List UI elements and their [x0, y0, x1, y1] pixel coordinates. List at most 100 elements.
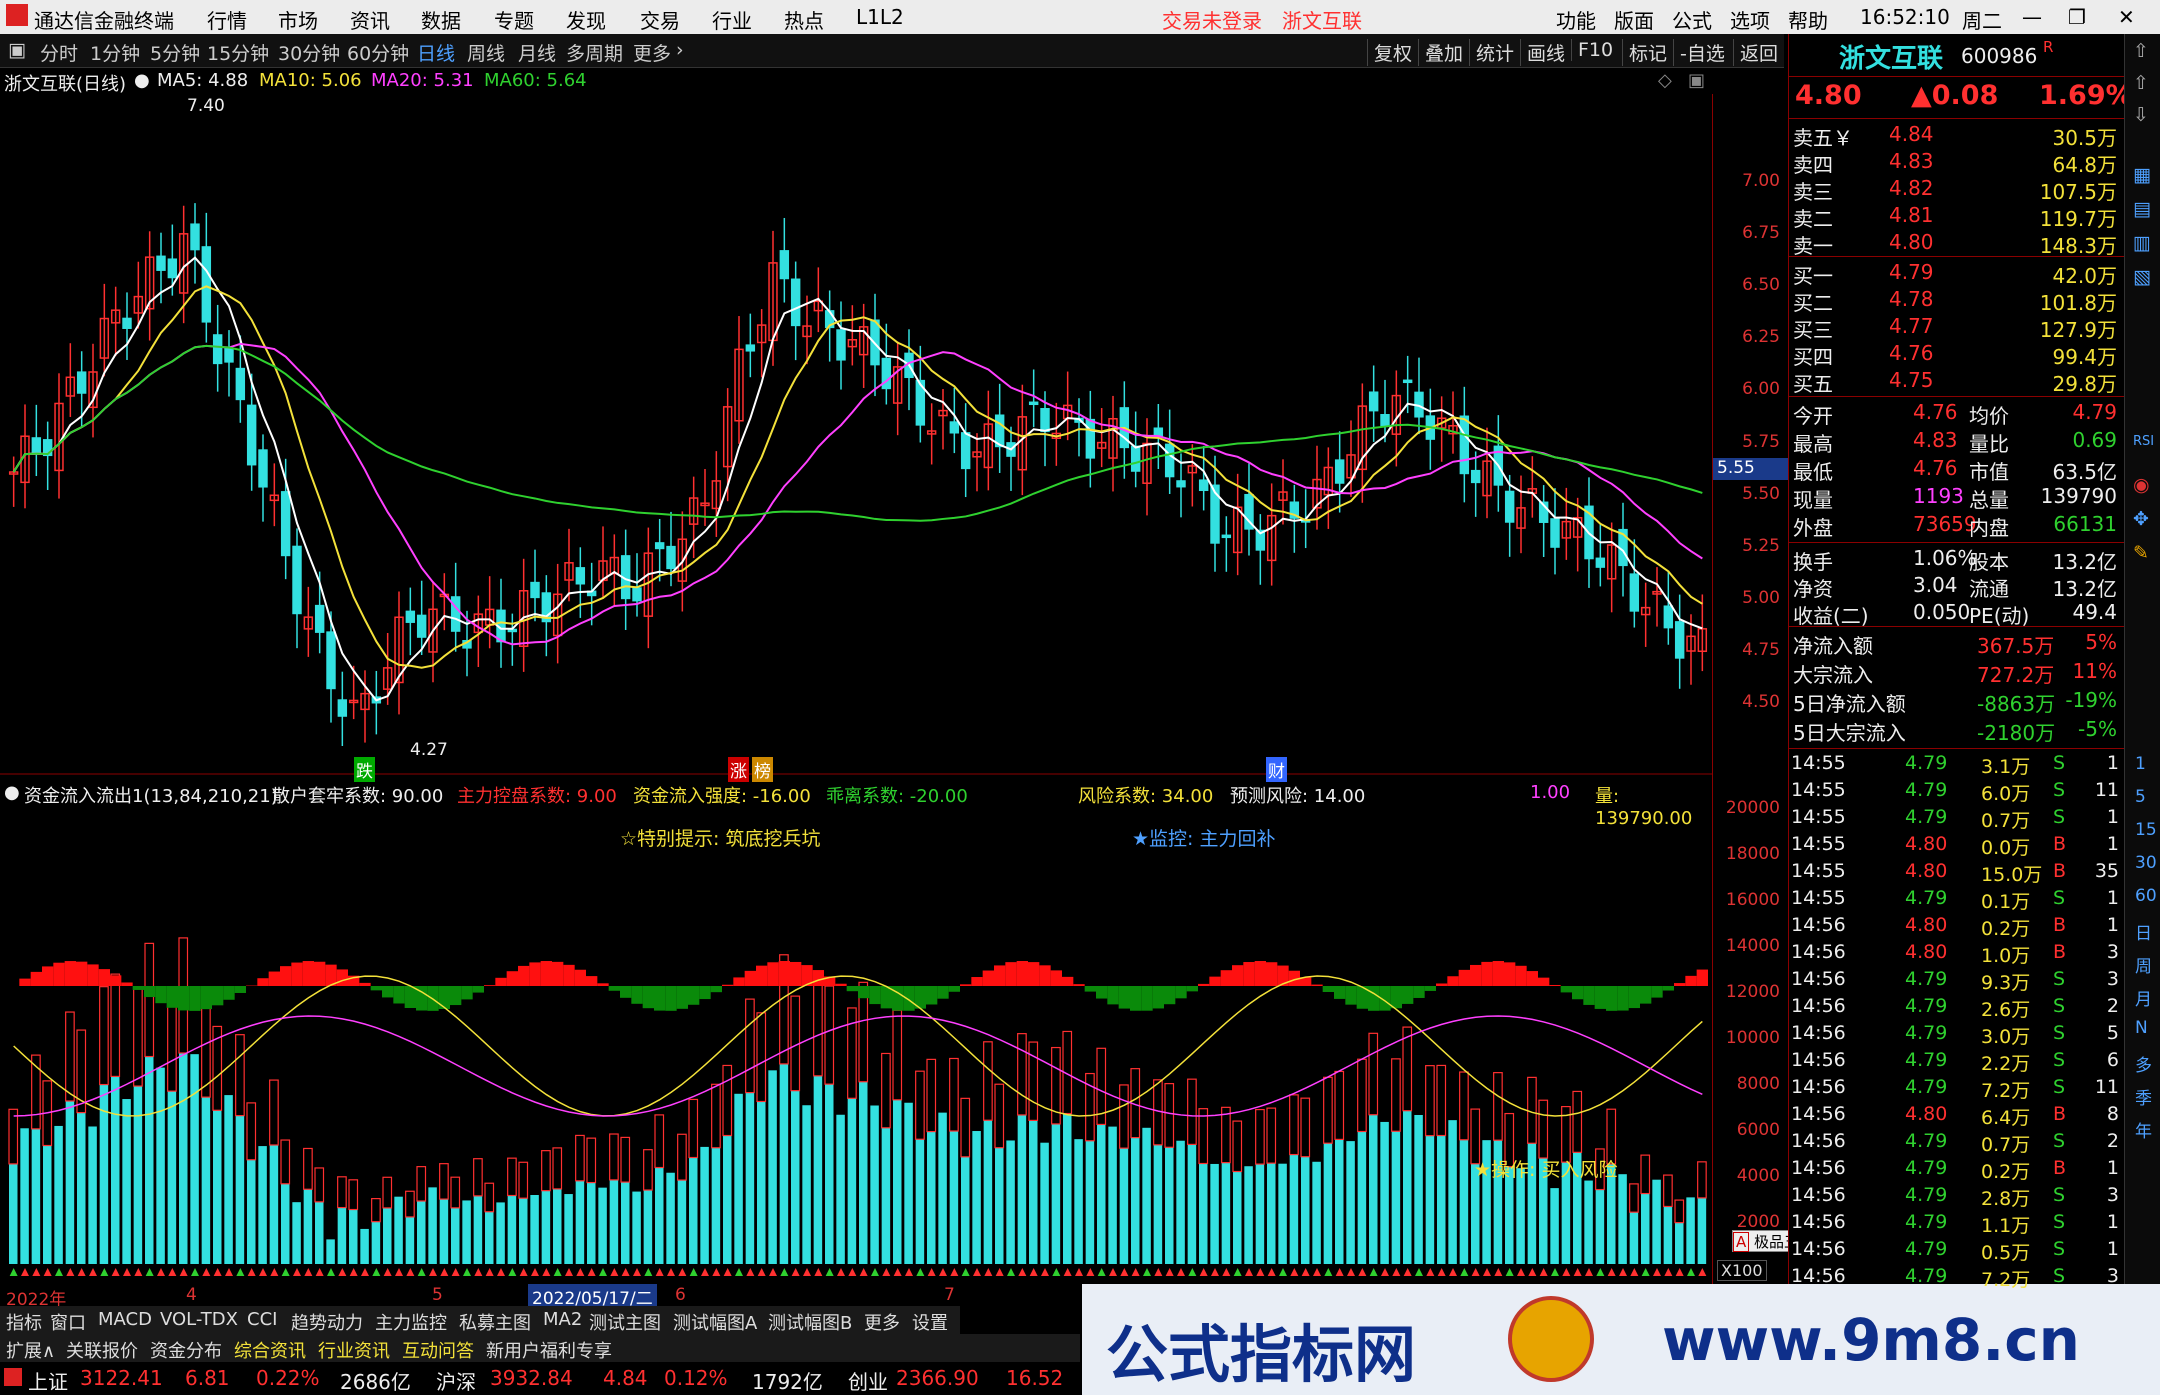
marker-die[interactable]: 跌 [354, 757, 375, 782]
restore-icon[interactable]: ❐ [2068, 5, 2086, 29]
tab-hangye-zixun[interactable]: 行业资讯 [318, 1337, 390, 1363]
ask-level-4[interactable]: 卖四 4.83 64.8万 [1793, 149, 2121, 177]
tab-qushi[interactable]: 趋势动力 [291, 1309, 363, 1335]
menu-banmian[interactable]: 版面 [1614, 5, 1654, 34]
ask-level-2[interactable]: 卖二 4.81 119.7万 [1793, 203, 2121, 231]
marker-zhang[interactable]: 涨 [728, 757, 749, 782]
bid-level-1[interactable]: 买一 4.79 42.0万 [1793, 260, 2121, 288]
tab-cci[interactable]: CCI [247, 1309, 277, 1330]
menu-xuanxiang[interactable]: 选项 [1730, 5, 1770, 34]
flow-row[interactable]: 5日大宗流入 -2180万 -5% [1793, 717, 2121, 745]
cy-label[interactable]: 创业 [848, 1366, 888, 1395]
period-5min[interactable]: 5分钟 [150, 39, 200, 66]
arrow-up-icon[interactable]: ⇧ [2133, 40, 2149, 62]
fund-flow-chart[interactable] [0, 806, 1712, 1284]
menu-gongshi[interactable]: 公式 [1672, 5, 1712, 34]
trade-status-link[interactable]: 交易未登录 [1162, 5, 1262, 34]
fin-row[interactable]: 换手 1.06% 股本 13.2亿 [1793, 546, 2121, 574]
btn-fuquan[interactable]: 复权 [1367, 39, 1412, 66]
menu-zhuanti[interactable]: 专题 [494, 5, 534, 34]
menu-hangye[interactable]: 行业 [712, 5, 752, 34]
stat-row[interactable]: 最高 4.83 量比 0.69 [1793, 428, 2121, 456]
ask-level-3[interactable]: 卖三 4.82 107.5万 [1793, 176, 2121, 204]
arrow-down-icon[interactable]: ⇩ [2133, 104, 2149, 126]
menu-hangqing[interactable]: 行情 [207, 5, 247, 34]
tab-settings[interactable]: 设置 [912, 1309, 948, 1335]
period-weekly[interactable]: 周线 [467, 39, 505, 66]
bid-level-3[interactable]: 买三 4.77 127.9万 [1793, 314, 2121, 342]
move-icon[interactable]: ✥ [2133, 508, 2149, 530]
period-1min[interactable]: 1分钟 [90, 39, 140, 66]
tab-ceshi-zhutu[interactable]: 测试主图 [589, 1309, 661, 1335]
menu-bangzhu[interactable]: 帮助 [1788, 5, 1828, 34]
bid-level-5[interactable]: 买五 4.75 29.8万 [1793, 368, 2121, 396]
pencil-icon[interactable]: ✎ [2133, 542, 2149, 564]
menu-shuju[interactable]: 数据 [421, 5, 461, 34]
btn-tongji[interactable]: 统计 [1469, 39, 1514, 66]
menu-shichang[interactable]: 市场 [278, 5, 318, 34]
list-icon[interactable]: ▥ [2133, 232, 2151, 254]
sh-label[interactable]: 上证 [28, 1366, 68, 1395]
marker-bang[interactable]: 榜 [752, 757, 773, 782]
f10-icon[interactable]: ▧ [2133, 266, 2151, 288]
tab-zijin-fenbu[interactable]: 资金分布 [150, 1337, 222, 1363]
tab-guanlian[interactable]: 关联报价 [66, 1337, 138, 1363]
menu-redian[interactable]: 热点 [784, 5, 824, 34]
btn-zixuan[interactable]: -自选 [1673, 39, 1725, 66]
side-tab-11[interactable]: 年 [2135, 1117, 2152, 1142]
side-tab-6[interactable]: 周 [2135, 952, 2152, 977]
menu-gongneng[interactable]: 功能 [1556, 5, 1596, 34]
settings-circle-icon[interactable]: ● [134, 70, 150, 91]
menu-faxian[interactable]: 发现 [566, 5, 606, 34]
period-monthly[interactable]: 月线 [518, 39, 556, 66]
side-tab-10[interactable]: 季 [2135, 1084, 2152, 1109]
menu-zixun[interactable]: 资讯 [350, 5, 390, 34]
tab-simu[interactable]: 私募主图 [459, 1309, 531, 1335]
stat-row[interactable]: 最低 4.76 市值 63.5亿 [1793, 456, 2121, 484]
period-60min[interactable]: 60分钟 [347, 39, 409, 66]
chevron-right-icon[interactable]: › [676, 39, 684, 61]
minimize-icon[interactable]: — [2022, 5, 2042, 29]
side-tab-2[interactable]: 15 [2135, 820, 2157, 840]
period-multi[interactable]: 多周期 [566, 39, 623, 66]
flow-row[interactable]: 大宗流入 727.2万 11% [1793, 659, 2121, 687]
btn-f10[interactable]: F10 [1571, 39, 1613, 61]
flow-row[interactable]: 净流入额 367.5万 5% [1793, 630, 2121, 658]
stat-row[interactable]: 现量 1193 总量 139790 [1793, 484, 2121, 512]
side-tab-8[interactable]: N [2135, 1018, 2148, 1038]
tab-zhuli-jiankong[interactable]: 主力监控 [375, 1309, 447, 1335]
side-tab-9[interactable]: 多 [2135, 1051, 2152, 1076]
tab-ma2[interactable]: MA2 [543, 1309, 582, 1330]
tab-expand[interactable]: 扩展∧ [6, 1337, 55, 1363]
chart-icon[interactable]: ▤ [2133, 198, 2151, 220]
tab-more[interactable]: 更多 [864, 1309, 900, 1335]
btn-fanhui[interactable]: 返回 [1733, 39, 1778, 66]
menu-l1l2[interactable]: L1L2 [856, 5, 904, 29]
grid-icon[interactable]: ▦ [2133, 164, 2151, 186]
marker-cai[interactable]: 财 [1266, 757, 1287, 782]
tab-ceshi-a[interactable]: 测试幅图A [673, 1309, 757, 1335]
sz-label[interactable]: 沪深 [436, 1366, 476, 1395]
stat-row[interactable]: 今开 4.76 均价 4.79 [1793, 400, 2121, 428]
stock-name-link[interactable]: 浙文互联 [1282, 5, 1362, 34]
settings-circle-icon[interactable]: ● [4, 782, 20, 803]
menu-jiaoyi[interactable]: 交易 [640, 5, 680, 34]
side-tab-7[interactable]: 月 [2135, 985, 2152, 1010]
side-tab-5[interactable]: 日 [2135, 919, 2152, 944]
candlestick-chart[interactable] [0, 94, 1712, 779]
period-daily[interactable]: 日线 [417, 39, 455, 66]
tab-chuangkou[interactable]: 窗口 [50, 1309, 86, 1335]
fin-row[interactable]: 净资 3.04 流通 13.2亿 [1793, 573, 2121, 601]
pin-icon[interactable]: ◉ [2133, 474, 2150, 496]
tab-zonghe-zixun[interactable]: 综合资讯 [234, 1337, 306, 1363]
rsi-icon[interactable]: RSI [2133, 434, 2154, 449]
period-more[interactable]: 更多 [633, 39, 671, 66]
side-tab-4[interactable]: 60 [2135, 886, 2157, 906]
flow-row[interactable]: 5日净流入额 -8863万 -19% [1793, 688, 2121, 716]
toolbar-toggle-icon[interactable]: ▣ [8, 39, 26, 61]
side-tab-3[interactable]: 30 [2135, 853, 2157, 873]
tab-vol-tdx[interactable]: VOL-TDX [160, 1309, 238, 1330]
bid-level-4[interactable]: 买四 4.76 99.4万 [1793, 341, 2121, 369]
period-30min[interactable]: 30分钟 [278, 39, 340, 66]
btn-diejia[interactable]: 叠加 [1418, 39, 1463, 66]
